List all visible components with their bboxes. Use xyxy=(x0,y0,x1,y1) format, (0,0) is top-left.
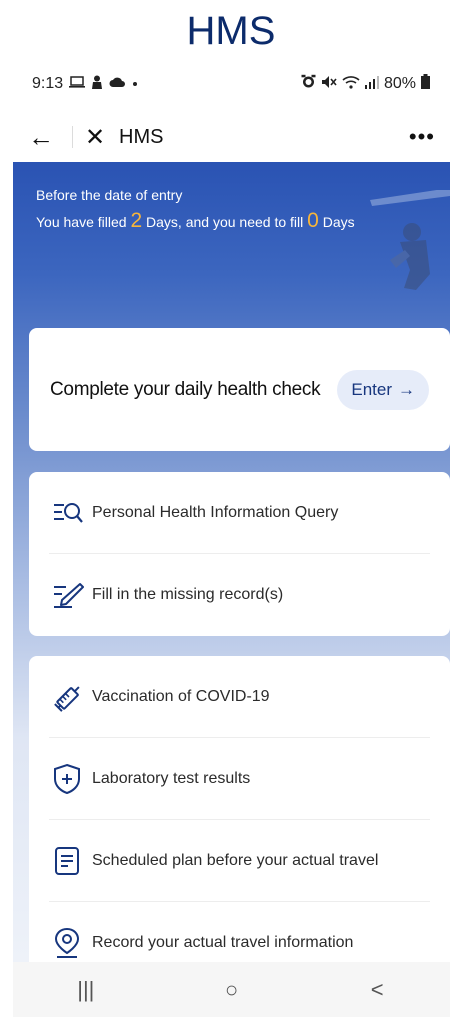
cloud-icon xyxy=(109,75,126,93)
battery-level: 80% xyxy=(383,75,416,92)
list-item-health-query[interactable]: Personal Health Information Query xyxy=(49,472,430,554)
services-card: Vaccination of COVID-19 Laboratory test … xyxy=(29,656,450,962)
enter-button-label: Enter xyxy=(351,379,392,399)
syringe-icon xyxy=(52,681,92,713)
battery-icon xyxy=(421,74,430,94)
records-card: Personal Health Information Query Fill i… xyxy=(29,472,450,636)
system-navigation-bar: ||| ○ < xyxy=(13,962,450,1017)
banner-middle: Days, and you need to fill xyxy=(146,214,304,230)
list-item-label: Record your actual travel information xyxy=(92,934,354,951)
main-content[interactable]: Before the date of entry You have filled… xyxy=(13,162,450,962)
toolbar-divider xyxy=(72,126,73,148)
alarm-icon xyxy=(301,74,316,94)
signal-icon xyxy=(364,75,379,94)
enter-button[interactable]: Enter → xyxy=(337,369,429,410)
status-bar: 9:13 80% xyxy=(13,56,450,112)
person-icon xyxy=(91,75,103,94)
entry-banner: Before the date of entry You have filled… xyxy=(36,182,355,235)
more-options-icon[interactable]: ••• xyxy=(409,124,435,150)
list-item-travel-info[interactable]: Record your actual travel information xyxy=(49,902,430,962)
list-item-lab-results[interactable]: Laboratory test results xyxy=(49,738,430,820)
search-list-icon xyxy=(52,497,92,529)
list-item-scheduled-plan[interactable]: Scheduled plan before your actual travel xyxy=(49,820,430,902)
list-item-label: Scheduled plan before your actual travel xyxy=(92,851,379,869)
page-caption: HMS xyxy=(186,9,276,53)
list-item-missing-records[interactable]: Fill in the missing record(s) xyxy=(49,554,430,636)
banner-suffix: Days xyxy=(322,214,355,230)
document-icon xyxy=(52,845,92,877)
health-check-label: Complete your daily health check xyxy=(50,378,321,400)
system-back-icon[interactable]: < xyxy=(347,977,407,1003)
back-arrow-icon[interactable]: ← xyxy=(28,122,60,153)
list-item-vaccination[interactable]: Vaccination of COVID-19 xyxy=(49,656,430,738)
location-pin-icon xyxy=(52,927,92,959)
home-icon[interactable]: ○ xyxy=(201,977,261,1003)
shield-plus-icon xyxy=(52,763,92,795)
toolbar-title: HMS xyxy=(119,125,164,148)
status-time: 9:13 xyxy=(32,75,64,92)
app-toolbar: ← ✕ HMS ••• xyxy=(13,112,450,162)
arrow-right-icon: → xyxy=(398,379,415,399)
banner-line-2: You have filled 2 Days, and you need to … xyxy=(36,208,355,235)
list-item-label: Laboratory test results xyxy=(92,769,251,787)
mute-icon xyxy=(321,75,337,94)
recent-apps-icon[interactable]: ||| xyxy=(56,977,116,1003)
filled-days-count: 2 xyxy=(130,209,143,232)
edit-pen-icon xyxy=(52,579,92,611)
banner-line-1: Before the date of entry xyxy=(36,187,183,203)
close-icon[interactable]: ✕ xyxy=(85,123,119,152)
list-item-label: Personal Health Information Query xyxy=(92,503,339,521)
list-item-label: Vaccination of COVID-19 xyxy=(92,687,270,705)
dot-icon xyxy=(131,75,139,93)
phone-screen: 9:13 80% ← ✕ HMS ••• Before the date of … xyxy=(13,56,450,1017)
laptop-icon xyxy=(69,75,86,93)
list-item-label: Fill in the missing record(s) xyxy=(92,586,284,603)
needed-days-count: 0 xyxy=(307,209,319,232)
health-check-card: Complete your daily health check Enter → xyxy=(29,328,450,451)
banner-prefix: You have filled xyxy=(36,214,127,230)
wifi-icon xyxy=(342,75,360,94)
